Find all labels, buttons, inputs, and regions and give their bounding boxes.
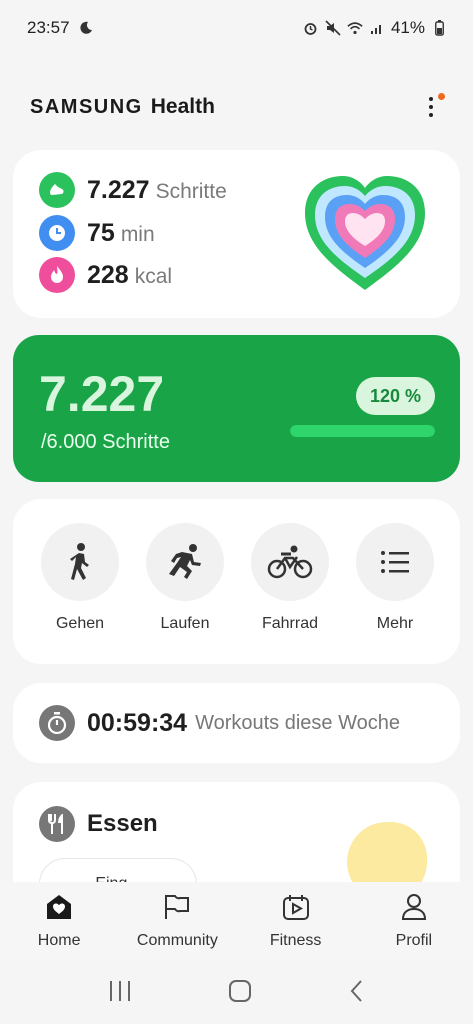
recent-apps-button[interactable] — [108, 980, 132, 1007]
bicycle-icon — [251, 523, 329, 601]
calendar-play-icon — [282, 893, 310, 926]
steps-percent-badge: 120 % — [356, 377, 435, 415]
flag-icon — [163, 893, 191, 926]
person-icon — [400, 893, 428, 926]
app-logo: SAMSUNG Health — [30, 95, 215, 119]
workout-time: 00:59:34 — [87, 708, 188, 737]
steps-unit: Schritte — [155, 179, 227, 203]
alarm-icon — [303, 20, 319, 36]
system-navigation-bar — [0, 962, 473, 1024]
bottom-navigation: Home Community Fitness Profil — [0, 882, 473, 960]
steps-value: 7.227 — [87, 175, 150, 204]
walking-icon — [41, 523, 119, 601]
home-button[interactable] — [228, 979, 252, 1008]
signal-icon — [369, 20, 385, 36]
minutes-value: 75 — [87, 218, 115, 247]
workout-summary-card[interactable]: 00:59:34 Workouts diese Woche — [13, 683, 460, 763]
nav-label-profile: Profil — [395, 931, 433, 949]
stopwatch-icon — [39, 705, 75, 741]
activity-quickstart-card: Gehen Laufen Fahrrad Mehr — [13, 499, 460, 664]
steps-progress-bar — [290, 425, 435, 437]
activity-label-more: Mehr — [376, 615, 414, 632]
food-header: Essen — [39, 806, 158, 842]
kcal-unit: kcal — [134, 264, 173, 288]
steps-goal-card[interactable]: 7.227 /6.000 Schritte 120 % — [13, 335, 460, 482]
battery-percent: 41% — [390, 18, 425, 37]
steps-goal-text: /6.000 Schritte — [41, 431, 170, 453]
nav-profile[interactable]: Profil — [359, 893, 469, 950]
steps-big-value: 7.227 — [39, 366, 165, 422]
activity-more-button[interactable]: Mehr — [354, 523, 436, 633]
activity-running-button[interactable]: Laufen — [144, 523, 226, 633]
kcal-value: 228 — [87, 260, 129, 289]
workout-label: Workouts diese Woche — [195, 711, 400, 734]
steps-progress-fill — [290, 425, 435, 437]
list-icon — [356, 523, 434, 601]
activity-label-walking: Gehen — [55, 615, 105, 632]
clock-icon — [39, 215, 75, 251]
daily-summary-card[interactable]: 7.227 Schritte 75 min 228 kcal — [13, 150, 460, 318]
mute-icon — [325, 20, 341, 36]
kcal-stat: 228 kcal — [39, 257, 172, 293]
heart-rings-icon — [295, 168, 435, 298]
app-header: SAMSUNG Health — [0, 84, 473, 130]
steps-stat: 7.227 Schritte — [39, 172, 227, 208]
minutes-unit: min — [120, 222, 155, 246]
nav-label-fitness: Fitness — [269, 931, 322, 949]
activity-cycling-button[interactable]: Fahrrad — [249, 523, 331, 633]
wifi-icon — [347, 20, 363, 36]
brand-samsung: SAMSUNG — [30, 96, 143, 118]
flame-icon — [39, 257, 75, 293]
running-icon — [146, 523, 224, 601]
brand-health: Health — [150, 95, 215, 118]
nav-home[interactable]: Home — [4, 893, 114, 950]
activity-label-running: Laufen — [160, 615, 210, 632]
shoe-icon — [39, 172, 75, 208]
more-options-button[interactable] — [419, 92, 445, 122]
minutes-stat: 75 min — [39, 215, 155, 251]
status-time: 23:57 — [27, 18, 70, 37]
back-button[interactable] — [349, 979, 365, 1008]
activity-label-cycling: Fahrrad — [261, 615, 319, 632]
nav-label-home: Home — [37, 931, 81, 949]
moon-icon — [78, 20, 94, 36]
status-bar: 23:57 41% — [0, 0, 473, 56]
battery-icon — [431, 20, 447, 36]
nav-fitness[interactable]: Fitness — [241, 893, 351, 950]
home-heart-icon — [44, 893, 74, 926]
nav-label-community: Community — [136, 931, 218, 949]
nav-community[interactable]: Community — [122, 893, 232, 950]
notification-dot — [438, 93, 445, 100]
fork-knife-icon — [39, 806, 75, 842]
food-title: Essen — [87, 810, 158, 837]
activity-walking-button[interactable]: Gehen — [39, 523, 121, 633]
